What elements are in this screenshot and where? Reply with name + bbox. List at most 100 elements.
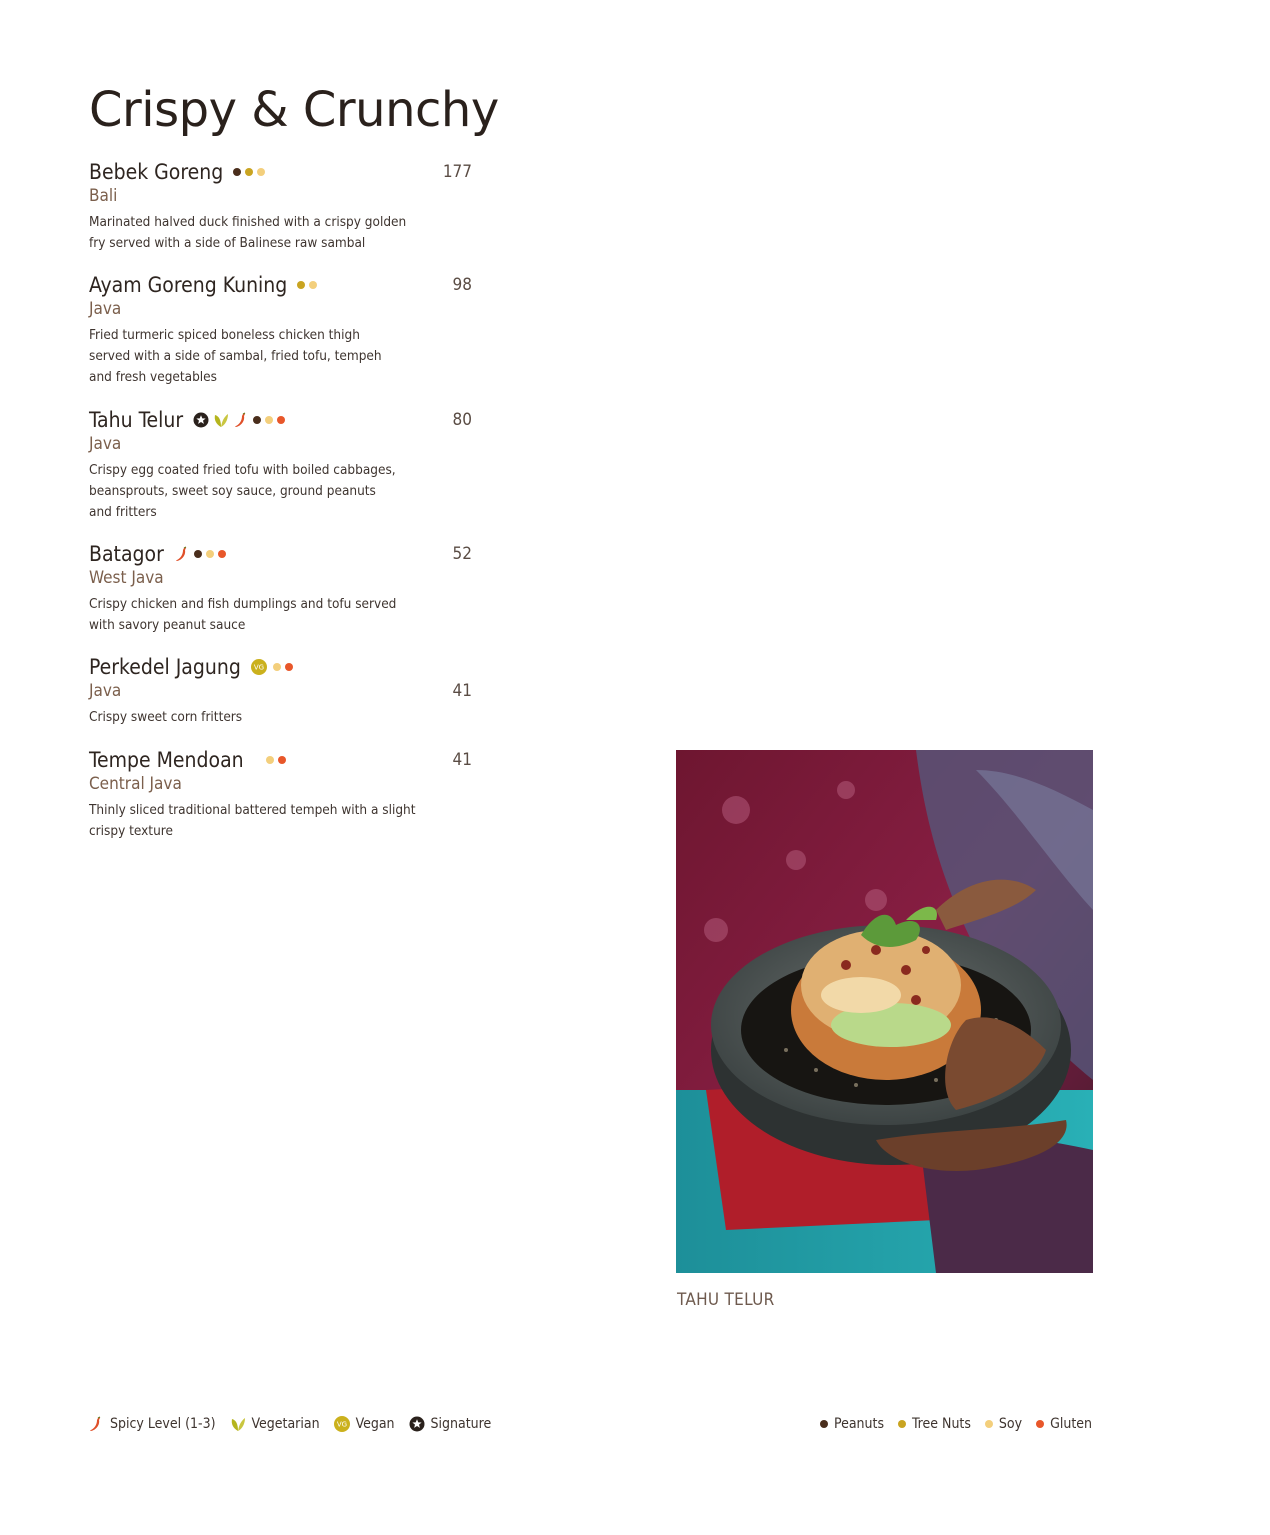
item-price: 52: [452, 544, 472, 564]
soy-dot: [265, 756, 274, 764]
vegan-icon: VG: [333, 1416, 350, 1432]
gluten-dot: [277, 416, 286, 424]
tree-nuts-dot: [297, 281, 306, 289]
legend-tree-nuts: Tree Nuts: [898, 1416, 971, 1432]
description-line: Crispy chicken and fish dumplings and to…: [89, 596, 397, 612]
legend-vegetarian: Vegetarian: [230, 1416, 320, 1432]
legend-label: Gluten: [1050, 1416, 1092, 1432]
item-name: Tempe Mendoan: [89, 748, 244, 772]
chili-icon: [90, 1416, 101, 1431]
symbol-legend: Spicy Level (1-3) Vegetarian VG Vegan Si…: [88, 1416, 505, 1432]
item-price: 41: [452, 681, 472, 701]
dish-photo: [676, 750, 1093, 1273]
menu-item: Tempe Mendoan 41 Central Java Thinly sli…: [89, 747, 472, 842]
legend-soy: Soy: [984, 1416, 1023, 1432]
item-badges: [174, 546, 226, 562]
description-line: with savory peanut sauce: [89, 617, 246, 633]
vegetarian-icon: [231, 1418, 245, 1431]
item-description: Thinly sliced traditional battered tempe…: [89, 800, 434, 842]
item-name: Tahu Telur: [89, 408, 184, 432]
soy-dot: [205, 550, 214, 558]
item-badges: [193, 412, 286, 428]
item-name: Ayam Goreng Kuning: [89, 273, 288, 297]
photo-caption: TAHU TELUR: [677, 1290, 775, 1310]
legend-peanuts: Peanuts: [819, 1416, 885, 1432]
menu-item: Perkedel Jagung VG 41 Java Crispy sweet …: [89, 654, 472, 728]
description-line: Crispy sweet corn fritters: [89, 709, 243, 725]
item-badges: [233, 168, 266, 176]
item-region: Central Java: [89, 774, 182, 794]
menu-item: Tahu Telur 80 Java Crispy egg coated fri…: [89, 407, 472, 523]
item-name: Perkedel Jagung: [89, 655, 241, 679]
item-price: 177: [442, 162, 472, 182]
item-name: Batagor: [89, 542, 164, 566]
description-line: and fresh vegetables: [89, 369, 217, 385]
description-line: Fried turmeric spiced boneless chicken t…: [89, 327, 360, 343]
item-description: Crispy egg coated fried tofu with boiled…: [89, 460, 434, 523]
menu-item: Batagor 52 West Java Crispy chicken and …: [89, 541, 472, 636]
peanuts-dot: [193, 550, 202, 558]
menu-item: Bebek Goreng 177 Bali Marinated halved d…: [89, 159, 472, 254]
legend-label: Signature: [430, 1416, 492, 1432]
legend-label: Tree Nuts: [912, 1416, 971, 1432]
gluten-dot: [284, 663, 293, 671]
item-description: Fried turmeric spiced boneless chicken t…: [89, 325, 434, 388]
description-line: served with a side of sambal, fried tofu…: [89, 348, 382, 364]
svg-text:VG: VG: [336, 1421, 346, 1429]
description-line: beansprouts, sweet soy sauce, ground pea…: [89, 483, 376, 499]
page-title: Crispy & Crunchy: [89, 82, 499, 138]
gluten-dot: [1036, 1420, 1045, 1428]
item-region: Java: [89, 434, 122, 454]
legend-label: Vegetarian: [251, 1416, 320, 1432]
item-price: 80: [452, 410, 472, 430]
legend-spicy: Spicy Level (1-3): [88, 1416, 216, 1432]
soy-dot: [984, 1420, 993, 1428]
gluten-dot: [217, 550, 226, 558]
description-line: crispy texture: [89, 823, 173, 839]
item-badges: [265, 756, 286, 764]
peanuts-dot: [819, 1420, 828, 1428]
gluten-dot: [277, 756, 286, 764]
description-line: fry served with a side of Balinese raw s…: [89, 235, 366, 251]
soy-dot: [257, 168, 266, 176]
peanuts-dot: [253, 416, 262, 424]
tahu-telur-photo: [676, 750, 1093, 1273]
item-name: Bebek Goreng: [89, 160, 224, 184]
item-badges: VG: [250, 659, 293, 675]
legend-label: Soy: [998, 1416, 1023, 1432]
item-badges: [297, 281, 318, 289]
tree-nuts-dot: [898, 1420, 907, 1428]
legend-signature: Signature: [409, 1416, 492, 1432]
soy-dot: [265, 416, 274, 424]
legend-label: Peanuts: [833, 1416, 885, 1432]
chili-icon: [176, 546, 187, 561]
legend-gluten: Gluten: [1036, 1416, 1092, 1432]
peanuts-dot: [233, 168, 242, 176]
signature-icon: [409, 1416, 425, 1432]
signature-icon: [193, 412, 209, 428]
description-line: Crispy egg coated fried tofu with boiled…: [89, 462, 396, 478]
item-region: Java: [89, 681, 122, 701]
chili-icon: [235, 412, 246, 427]
legend-label: Spicy Level (1-3): [110, 1416, 216, 1432]
item-description: Crispy chicken and fish dumplings and to…: [89, 594, 434, 636]
description-line: Marinated halved duck finished with a cr…: [89, 214, 407, 230]
description-line: Thinly sliced traditional battered tempe…: [89, 802, 416, 818]
vegan-icon: VG: [250, 659, 267, 675]
soy-dot: [272, 663, 281, 671]
legend-vegan: VG Vegan: [333, 1416, 395, 1432]
item-region: Java: [89, 299, 122, 319]
description-line: and fritters: [89, 504, 157, 520]
soy-dot: [309, 281, 318, 289]
legend-label: Vegan: [355, 1416, 395, 1432]
item-price: 41: [452, 750, 472, 770]
tree-nuts-dot: [245, 168, 254, 176]
item-region: West Java: [89, 568, 164, 588]
allergen-legend: Peanuts Tree Nuts Soy Gluten: [806, 1416, 1092, 1432]
item-region: Bali: [89, 186, 118, 206]
item-price: 98: [452, 275, 472, 295]
item-description: Crispy sweet corn fritters: [89, 707, 434, 728]
item-description: Marinated halved duck finished with a cr…: [89, 212, 434, 254]
svg-text:VG: VG: [254, 664, 264, 672]
vegetarian-icon: [214, 414, 229, 427]
